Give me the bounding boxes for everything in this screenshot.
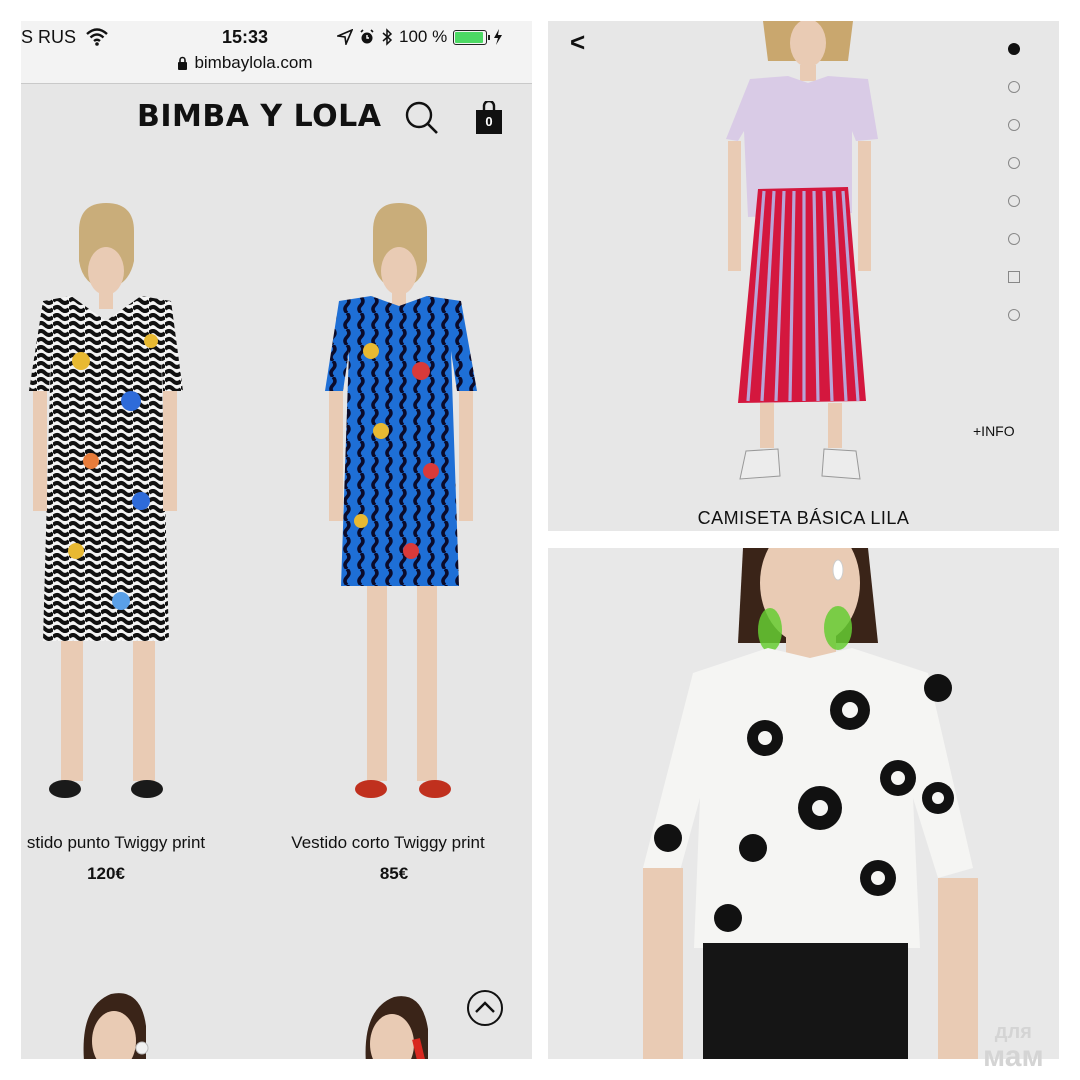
back-button[interactable]: <: [570, 27, 585, 58]
product-title: CAMISETA BÁSICA LILA: [697, 508, 910, 528]
gallery-dot[interactable]: [1008, 195, 1020, 207]
back-to-top-button[interactable]: [466, 989, 504, 1027]
url-bar[interactable]: bimbaylola.com: [21, 53, 469, 75]
alarm-icon: [360, 29, 374, 44]
product-image: [29, 203, 183, 798]
product-photo: [548, 548, 1059, 1059]
gallery-dot[interactable]: [1008, 271, 1020, 283]
location-icon: [337, 29, 353, 45]
cart-count: 0: [485, 114, 493, 129]
product-price: 85€: [379, 864, 409, 883]
gallery-dot[interactable]: [1008, 157, 1020, 169]
product-image: [643, 548, 978, 1059]
url-text: bimbaylola.com: [194, 53, 313, 72]
watermark: для мам: [983, 1022, 1044, 1072]
battery-icon: [453, 29, 491, 45]
watermark-line-2: мам: [983, 1040, 1044, 1073]
mobile-listing-screen: S RUS 15:33 100 % bimbaylola.com BIMBA Y…: [21, 21, 532, 1059]
product-image: [365, 996, 428, 1059]
product-detail-screen: < +INFO CAMISETA BÁSICA LILA: [548, 21, 1059, 531]
gallery-dot[interactable]: [1008, 309, 1020, 321]
bluetooth-icon: [382, 28, 393, 46]
product-card[interactable]: stido punto Twiggy print 120€: [21, 201, 261, 883]
product-name[interactable]: stido punto Twiggy print: [21, 833, 246, 853]
status-icons: 100 %: [337, 27, 503, 47]
gallery-indicator: [1008, 43, 1020, 347]
product-card[interactable]: Vestido corto Twiggy print 85€: [258, 201, 532, 883]
battery-percent: 100 %: [399, 27, 448, 46]
search-icon[interactable]: [405, 101, 439, 135]
product-image: [83, 993, 149, 1059]
product-image: [726, 21, 878, 480]
gallery-dot[interactable]: [1008, 43, 1020, 55]
product-price: 120€: [87, 864, 125, 883]
watermark-line-1: для: [994, 1021, 1032, 1043]
brand-logo[interactable]: BIMBA Y LOLA: [137, 99, 381, 134]
charging-icon: [494, 29, 503, 45]
gallery-dot[interactable]: [1008, 81, 1020, 93]
gallery-dot[interactable]: [1008, 233, 1020, 245]
status-bar: S RUS 15:33 100 % bimbaylola.com: [21, 21, 532, 84]
product-name[interactable]: Vestido corto Twiggy print: [258, 833, 518, 853]
product-image: [325, 203, 477, 798]
shopping-bag-icon[interactable]: 0: [475, 99, 503, 135]
lock-icon: [177, 55, 188, 75]
gallery-dot[interactable]: [1008, 119, 1020, 131]
more-info-link[interactable]: +INFO: [973, 423, 1015, 439]
